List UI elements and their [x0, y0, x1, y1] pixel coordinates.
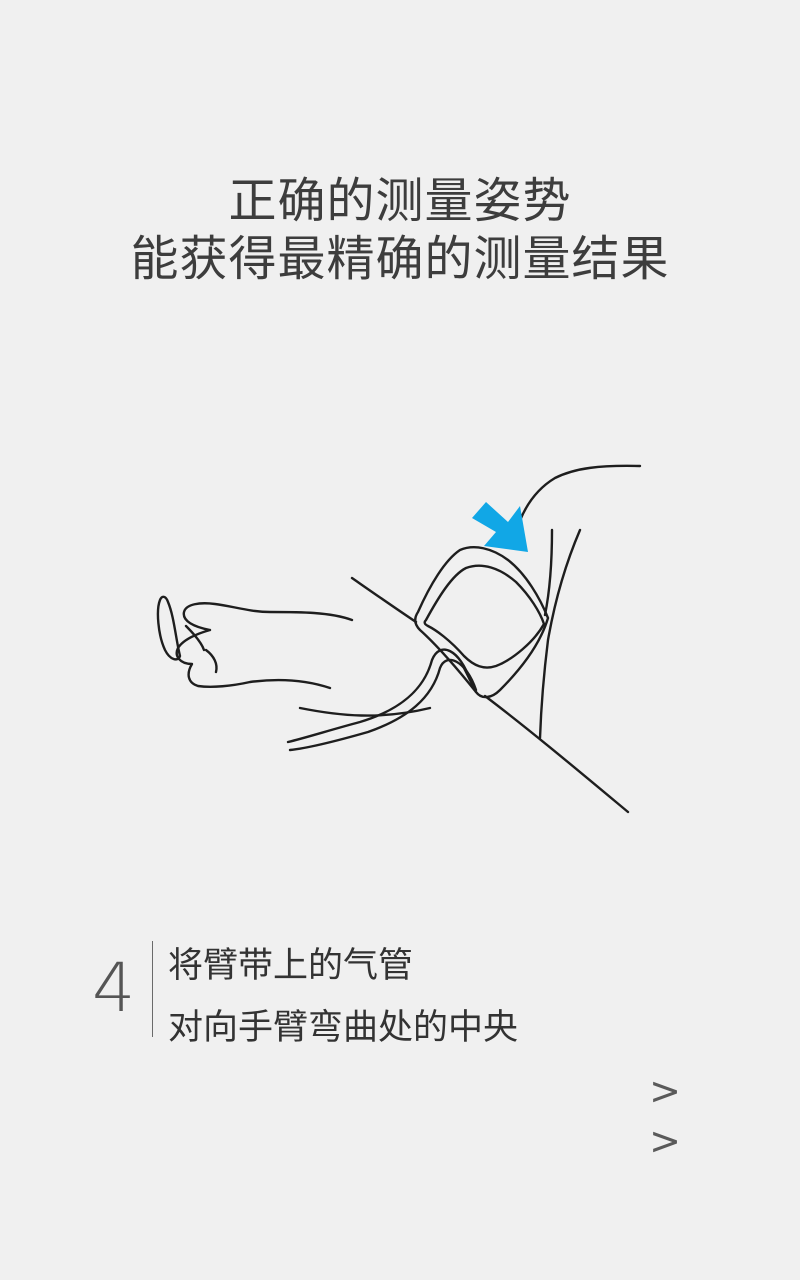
forearm-upper-line [350, 576, 418, 624]
step-number: 4 [92, 949, 136, 1028]
finger-line-2 [204, 648, 218, 674]
arm-underside-line [483, 694, 630, 814]
body-outline [538, 528, 582, 740]
arrow-icon [472, 502, 528, 552]
step-text-line-2: 对向手臂弯曲处的中央 [168, 1008, 519, 1048]
shoulder-outline [513, 464, 642, 537]
headline-line-2: 能获得最精确的测量结果 [130, 231, 670, 287]
instruction-headline: 正确的测量姿势 能获得最精确的测量结果 [0, 172, 800, 288]
step-text: 将臂带上的气管 对向手臂弯曲处的中央 [168, 935, 518, 1059]
step-divider [152, 941, 153, 1037]
air-tube-inner [288, 658, 478, 752]
cuff-back [414, 546, 550, 699]
step-text-line-1: 将臂带上的气管 [168, 946, 414, 986]
step-instruction: 4 将臂带上的气管 对向手臂弯曲处的中央 [92, 935, 692, 1048]
next-button[interactable]: > > [630, 1066, 706, 1163]
headline-line-1: 正确的测量姿势 [228, 173, 572, 229]
arm-cuff-illustration [156, 464, 642, 814]
upper-arm-line [543, 528, 554, 617]
